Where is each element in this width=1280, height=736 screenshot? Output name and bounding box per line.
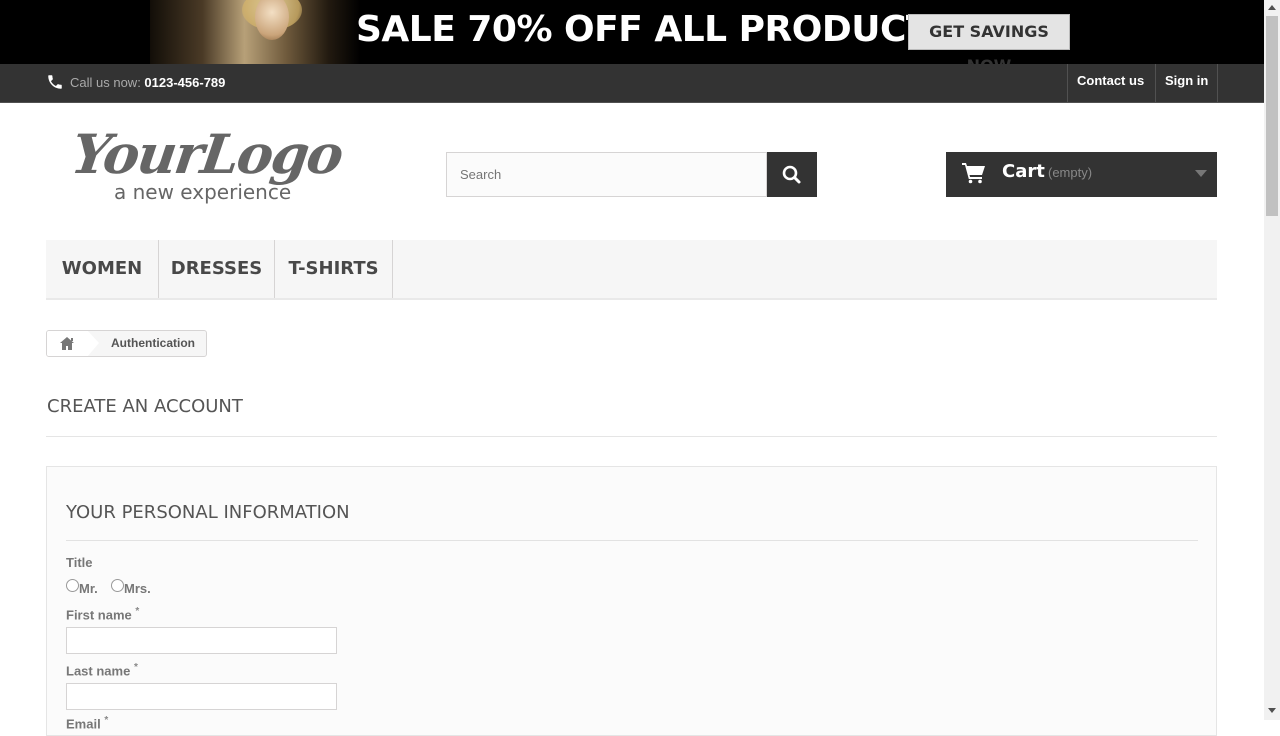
site-logo[interactable]: YourLogo a new experience (67, 118, 370, 218)
section-divider (66, 540, 1198, 541)
cart-icon (962, 163, 985, 184)
required-mark: * (133, 662, 138, 673)
menu-item-tshirts[interactable]: T-SHIRTS (275, 240, 393, 298)
radio-mrs-label[interactable]: Mrs. (124, 581, 151, 596)
scroll-up-arrow-icon[interactable] (1268, 5, 1276, 10)
title-label: Title (66, 555, 93, 570)
first-name-field[interactable] (66, 627, 337, 654)
phone-number: 0123-456-789 (144, 75, 226, 90)
first-name-label: First name * (66, 606, 139, 622)
promo-headline: SALE 70% OFF ALL PRODUCTS (356, 9, 956, 50)
breadcrumb-current: Authentication (111, 336, 195, 350)
radio-mrs[interactable] (111, 579, 124, 592)
promo-banner[interactable]: SALE 70% OFF ALL PRODUCTS GET SAVINGS NO… (0, 0, 1264, 64)
required-mark: * (104, 715, 109, 726)
call-us-text: Call us now: 0123-456-789 (70, 75, 225, 90)
first-name-text: First name (66, 607, 132, 623)
last-name-field[interactable] (66, 683, 337, 710)
radio-mr[interactable] (66, 579, 79, 592)
page-scrollbar[interactable] (1264, 0, 1280, 720)
scroll-down-arrow-icon[interactable] (1268, 708, 1276, 713)
last-name-text: Last name (66, 663, 131, 679)
section-title: YOUR PERSONAL INFORMATION (66, 502, 350, 523)
title-divider (46, 436, 1217, 437)
cart-button[interactable]: Cart (empty) (946, 152, 1217, 197)
email-text: Email (66, 716, 101, 732)
breadcrumb-separator (87, 331, 99, 356)
contact-us-link[interactable]: Contact us (1067, 64, 1153, 102)
breadcrumb: Authentication (46, 330, 207, 357)
required-mark: * (135, 606, 140, 617)
cart-label: Cart (1002, 161, 1045, 182)
call-label: Call us now: (70, 75, 145, 90)
cart-status: (empty) (1048, 165, 1093, 180)
logo-wordmark: YourLogo (67, 122, 346, 186)
phone-icon (48, 75, 62, 89)
menu-item-dresses[interactable]: DRESSES (159, 240, 275, 298)
home-icon (60, 337, 74, 350)
search-icon (782, 165, 801, 184)
get-savings-button[interactable]: GET SAVINGS NOW (908, 14, 1070, 64)
last-name-label: Last name * (66, 662, 138, 678)
search-button[interactable] (767, 152, 817, 197)
sign-in-link[interactable]: Sign in (1155, 64, 1219, 102)
menu-item-women[interactable]: WOMEN (46, 240, 159, 298)
email-label: Email * (66, 715, 108, 731)
account-form: YOUR PERSONAL INFORMATION Title Mr. Mrs.… (46, 466, 1217, 736)
scrollbar-thumb[interactable] (1266, 16, 1278, 216)
logo-tagline: a new experience (114, 180, 292, 204)
radio-mr-label[interactable]: Mr. (79, 581, 98, 596)
page-title: CREATE AN ACCOUNT (47, 396, 243, 417)
category-menu: WOMEN DRESSES T-SHIRTS (46, 240, 1217, 300)
top-nav-bar: Call us now: 0123-456-789 Contact us Sig… (0, 64, 1264, 103)
chevron-down-icon (1195, 170, 1207, 177)
breadcrumb-home[interactable] (47, 331, 87, 356)
search-input[interactable] (446, 152, 767, 197)
